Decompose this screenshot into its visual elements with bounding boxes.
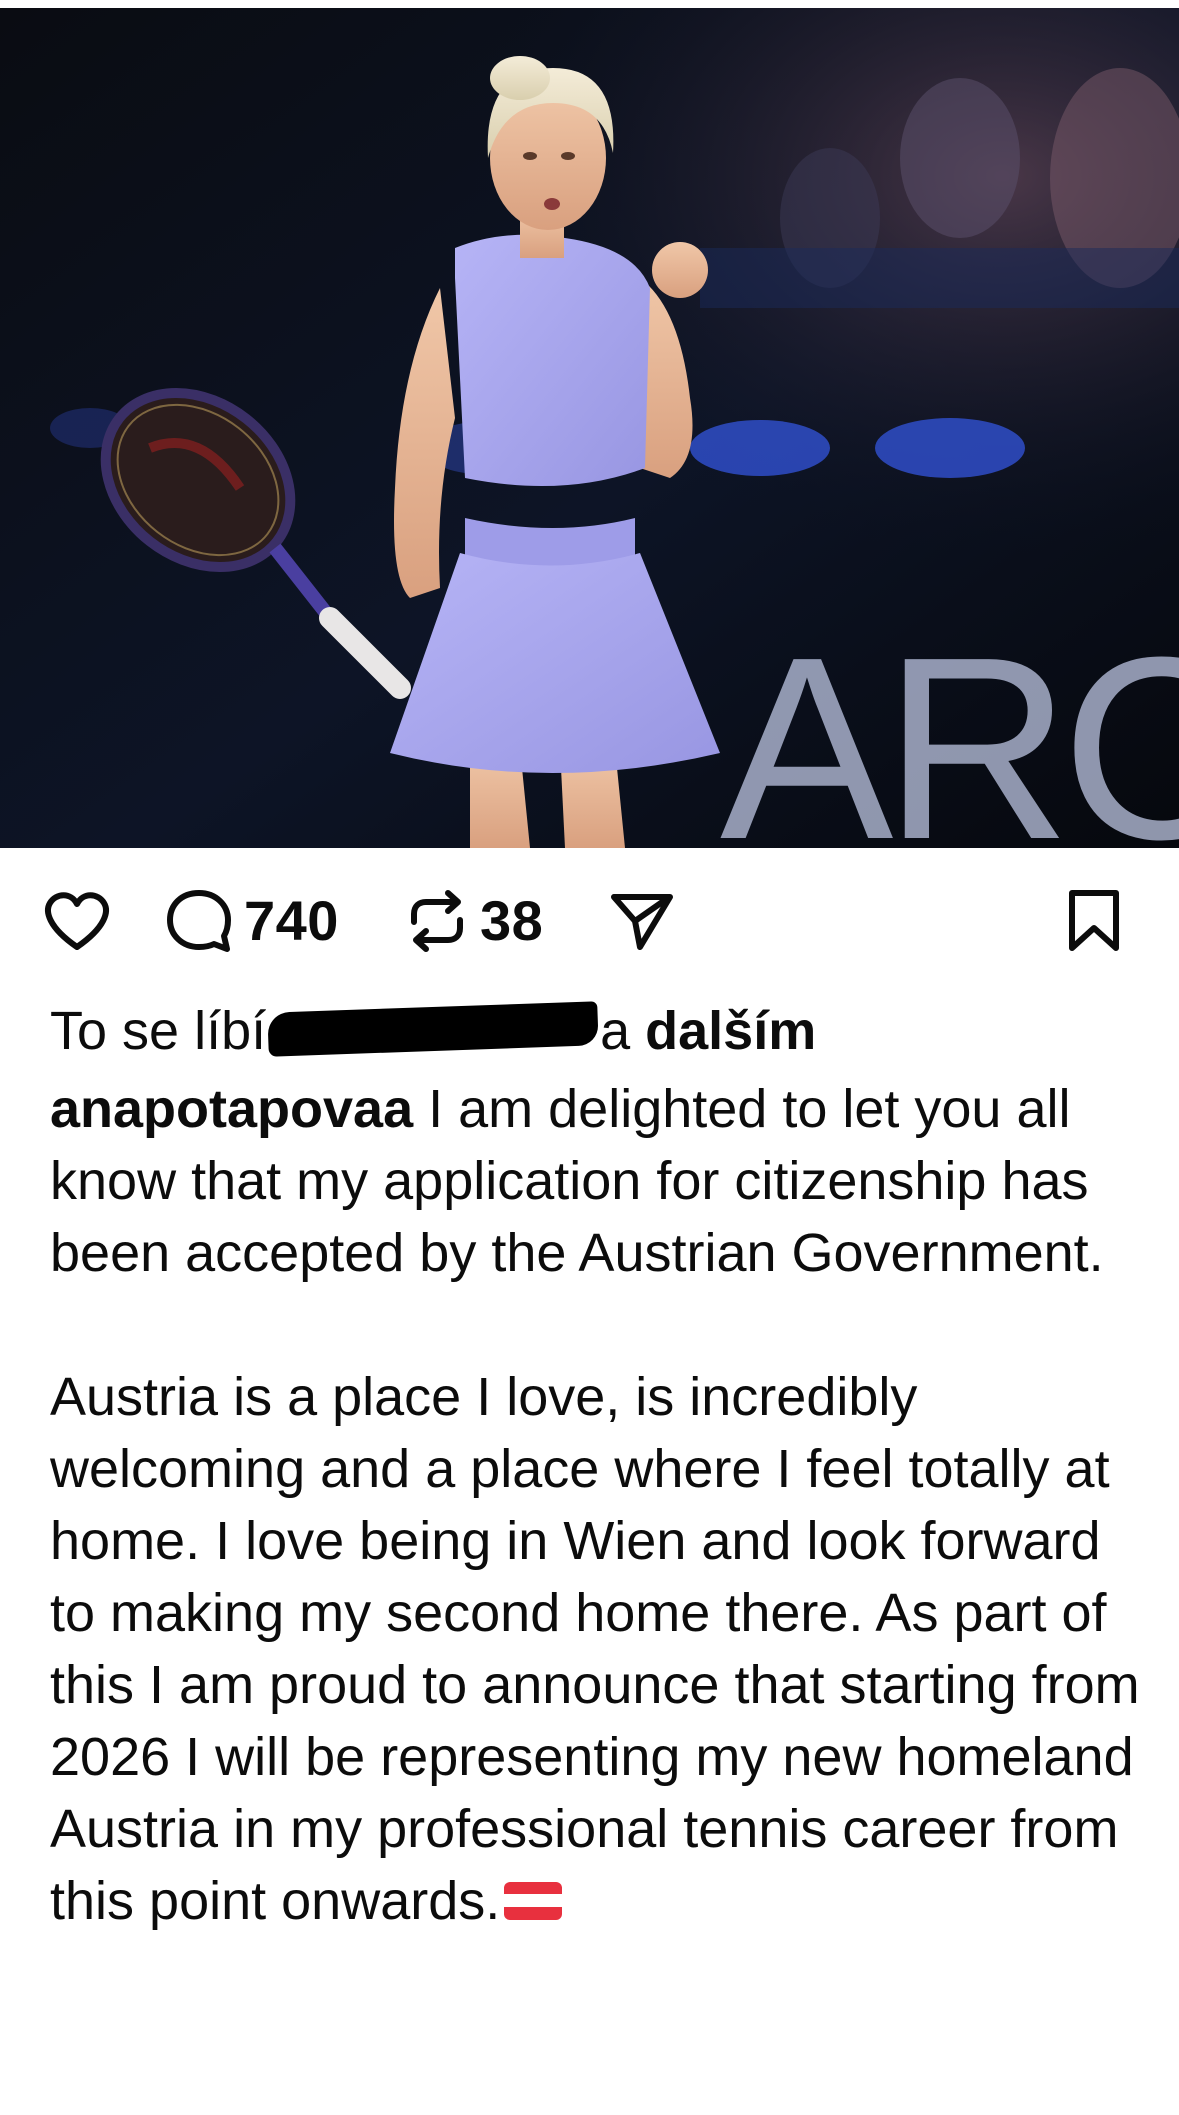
repost-icon xyxy=(411,890,463,952)
repost-button[interactable]: 38 xyxy=(404,880,543,962)
comments-count: 740 xyxy=(244,889,339,952)
redacted-username xyxy=(267,1000,599,1057)
sponsor-banner-text: ARCO xyxy=(720,604,1179,848)
caption-paragraph: Austria is a place I love, is incredibly… xyxy=(50,1361,1140,1937)
post-action-bar: 740 38 xyxy=(0,880,1179,962)
caption-text-2: Austria is a place I love, is incredibly… xyxy=(50,1367,1140,1931)
post-caption: anapotapovaa I am delighted to let you a… xyxy=(50,1073,1140,1937)
share-button[interactable] xyxy=(608,880,676,962)
save-button[interactable] xyxy=(1066,880,1122,962)
post-photo[interactable]: ARCO xyxy=(0,8,1179,848)
liked-by-others-link[interactable]: dalším xyxy=(645,1001,816,1061)
like-button[interactable] xyxy=(42,880,112,962)
liked-by-line[interactable]: To se líbí a dalším xyxy=(50,996,816,1066)
heart-icon xyxy=(45,892,109,950)
liked-by-suffix: a xyxy=(600,1001,646,1061)
bookmark-icon xyxy=(1069,890,1119,951)
comment-bubble-icon xyxy=(167,890,231,952)
caption-username[interactable]: anapotapovaa xyxy=(50,1079,413,1139)
send-icon xyxy=(611,894,673,950)
caption-paragraph: anapotapovaa I am delighted to let you a… xyxy=(50,1073,1140,1289)
reposts-count: 38 xyxy=(480,889,544,952)
austria-flag-icon xyxy=(504,1881,563,1920)
tennis-player-photo: ARCO xyxy=(0,8,1179,848)
comment-button[interactable]: 740 xyxy=(164,880,339,962)
liked-by-prefix: To se líbí xyxy=(50,1001,267,1061)
